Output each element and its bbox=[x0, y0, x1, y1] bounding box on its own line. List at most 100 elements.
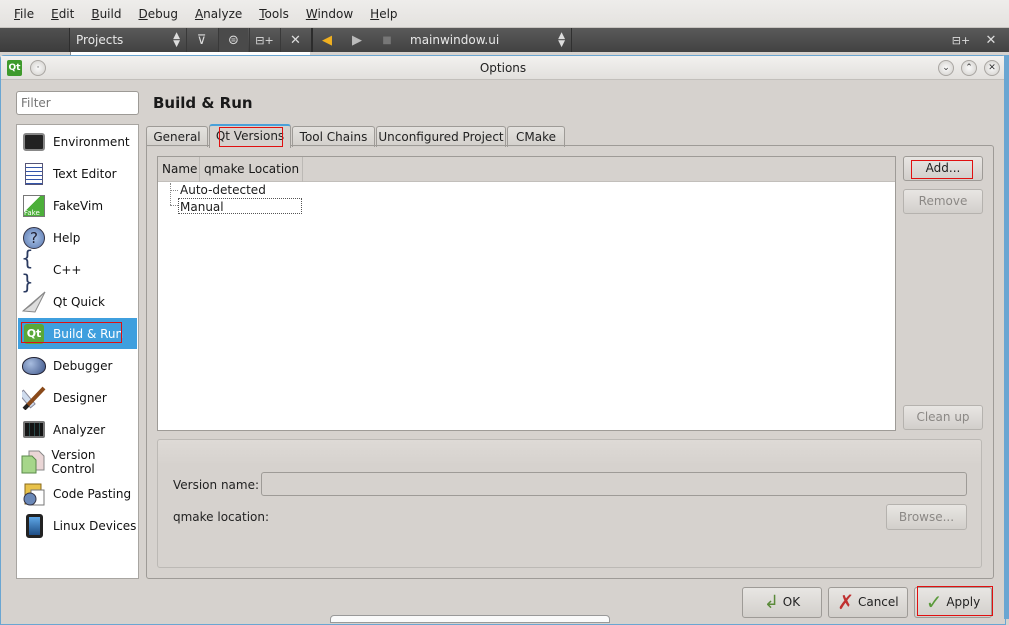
sync-link-button[interactable]: ⊜ bbox=[218, 28, 248, 52]
menu-file[interactable]: File bbox=[8, 7, 40, 21]
sidebar-item-linux-devices[interactable]: Linux Devices bbox=[18, 510, 137, 541]
sidebar-item-designer[interactable]: Designer bbox=[18, 382, 137, 413]
back-button[interactable]: ◀ bbox=[311, 28, 341, 52]
fakevim-icon: Fake bbox=[21, 193, 47, 219]
menu-build-mnemonic: B bbox=[91, 6, 100, 21]
close-icon: ✕ bbox=[988, 63, 996, 73]
menu-file-label: ile bbox=[20, 6, 35, 21]
maximize-button[interactable]: ⌃ bbox=[961, 60, 977, 76]
braces-icon: { } bbox=[21, 245, 34, 294]
forward-button[interactable]: ▶ bbox=[342, 28, 372, 52]
column-header-qmake-location[interactable]: qmake Location bbox=[200, 157, 303, 182]
menu-debug[interactable]: Debug bbox=[132, 7, 183, 21]
tree-branch-line bbox=[170, 205, 178, 206]
qt-logo-icon: Qt bbox=[7, 60, 22, 76]
forward-arrow-icon: ▶ bbox=[352, 32, 362, 48]
tree-row-label: Manual bbox=[180, 200, 224, 214]
close-button[interactable]: ✕ bbox=[984, 60, 1000, 76]
window-menu-button[interactable]: · bbox=[30, 60, 46, 76]
menu-window[interactable]: Window bbox=[300, 7, 359, 21]
highlight-box bbox=[917, 586, 993, 616]
menu-edit-label: dit bbox=[58, 6, 75, 21]
column-header-label: Name bbox=[162, 162, 198, 176]
sidebar-item-cpp[interactable]: { } C++ bbox=[18, 245, 137, 294]
sidebar-item-fakevim[interactable]: Fake FakeVim bbox=[18, 190, 137, 221]
sidebar-item-label: Debugger bbox=[53, 358, 113, 373]
minimize-button[interactable]: ⌄ bbox=[938, 60, 954, 76]
highlight-box bbox=[219, 127, 283, 147]
sidebar-item-label: Environment bbox=[53, 134, 130, 149]
close-editor-button[interactable]: ✕ bbox=[976, 28, 1006, 52]
dialog-titlebar: Qt · Options ⌄ ⌃ ✕ bbox=[1, 56, 1005, 80]
sidebar-item-environment[interactable]: Environment bbox=[18, 126, 137, 157]
browse-button[interactable]: Browse... bbox=[886, 504, 967, 530]
updown-arrows-icon: ▲ ▼ bbox=[558, 31, 565, 49]
tab-qt-versions[interactable]: Qt Versions bbox=[209, 124, 291, 148]
chevron-down-icon: ⌄ bbox=[942, 63, 950, 73]
split-editor-button[interactable]: ⊟+ bbox=[946, 28, 976, 52]
add-button[interactable]: Add... bbox=[903, 156, 983, 181]
mode-bar-strip bbox=[0, 28, 70, 52]
updown-arrows-icon: ▲ ▼ bbox=[173, 31, 180, 49]
bug-icon bbox=[21, 353, 47, 379]
sidebar-item-text-editor[interactable]: Text Editor bbox=[18, 158, 137, 189]
dialog-title: Options bbox=[479, 61, 527, 75]
highlight-box bbox=[21, 322, 122, 343]
filter-icon: ⊽ bbox=[196, 32, 207, 48]
menu-analyze[interactable]: Analyze bbox=[189, 7, 248, 21]
brush-ruler-icon bbox=[21, 385, 47, 411]
qt-versions-tree[interactable]: Name qmake Location Auto-detected Manual bbox=[157, 156, 896, 431]
column-header-name[interactable]: Name bbox=[158, 157, 200, 182]
tab-label: Unconfigured Project bbox=[378, 130, 504, 144]
tree-row-auto-detected[interactable]: Auto-detected bbox=[180, 182, 266, 198]
text-document-icon bbox=[21, 161, 47, 187]
tab-unconfigured-project[interactable]: Unconfigured Project bbox=[376, 126, 506, 147]
menu-help[interactable]: Help bbox=[364, 7, 403, 21]
sidebar-item-debugger[interactable]: Debugger bbox=[18, 350, 137, 381]
apply-button[interactable]: ✓ Apply bbox=[914, 586, 993, 618]
chevron-up-icon: ⌃ bbox=[965, 63, 973, 73]
ok-button[interactable]: ↲ OK bbox=[742, 587, 822, 618]
sidebar-item-label: Code Pasting bbox=[53, 486, 132, 501]
version-name-field[interactable] bbox=[261, 472, 967, 496]
dot-icon: · bbox=[36, 63, 40, 73]
open-document-label: mainwindow.ui bbox=[410, 33, 500, 47]
tab-tool-chains[interactable]: Tool Chains bbox=[292, 126, 375, 147]
sidebar-item-label: Qt Quick bbox=[53, 294, 105, 309]
sidebar-item-analyzer[interactable]: Analyzer bbox=[18, 414, 137, 445]
filter-button[interactable]: ⊽ bbox=[186, 28, 216, 52]
close-sidebar-button[interactable]: ✕ bbox=[280, 28, 310, 52]
sidebar-item-label: Version Control bbox=[51, 447, 96, 476]
menu-build-label: uild bbox=[99, 6, 122, 21]
projects-combo-label: Projects bbox=[76, 33, 124, 47]
sidebar-item-qt-quick[interactable]: Qt Quick bbox=[18, 286, 137, 317]
lock-button[interactable]: ■ bbox=[373, 28, 401, 52]
sidebar-item-label: Text Editor bbox=[53, 166, 117, 181]
category-list: Environment Text Editor Fake FakeVim ? H… bbox=[16, 124, 139, 579]
projects-combo[interactable]: Projects ▲ ▼ bbox=[70, 28, 186, 52]
column-header-label: qmake Location bbox=[204, 162, 300, 176]
menu-tools-label: ools bbox=[264, 6, 289, 21]
menu-tools[interactable]: Tools bbox=[253, 7, 295, 21]
menu-edit[interactable]: Edit bbox=[45, 7, 80, 21]
split-button[interactable]: ⊟+ bbox=[249, 28, 279, 52]
ok-button-label: OK bbox=[782, 595, 801, 609]
tab-label: Tool Chains bbox=[299, 130, 368, 144]
sidebar-item-code-pasting[interactable]: Code Pasting bbox=[18, 478, 137, 509]
monitor-icon bbox=[21, 129, 47, 155]
tab-cmake[interactable]: CMake bbox=[507, 126, 565, 147]
remove-button[interactable]: Remove bbox=[903, 189, 983, 214]
menu-build[interactable]: Build bbox=[85, 7, 127, 21]
cancel-button[interactable]: ✗ Cancel bbox=[828, 587, 908, 618]
menu-analyze-mnemonic: A bbox=[194, 6, 204, 21]
filter-input[interactable] bbox=[16, 91, 139, 115]
documents-icon bbox=[21, 449, 45, 475]
open-documents-combo[interactable]: mainwindow.ui ▲ ▼ bbox=[400, 28, 572, 52]
link-icon: ⊜ bbox=[228, 32, 239, 48]
sidebar-item-version-control[interactable]: Version Control bbox=[18, 446, 137, 477]
tree-row-manual[interactable]: Manual bbox=[178, 198, 302, 214]
tab-general[interactable]: General bbox=[146, 126, 208, 147]
sidebar-item-build-run[interactable]: Qt Build & Run bbox=[18, 318, 137, 349]
sidebar-item-label: Linux Devices bbox=[53, 518, 137, 533]
clean-up-button[interactable]: Clean up bbox=[903, 405, 983, 430]
